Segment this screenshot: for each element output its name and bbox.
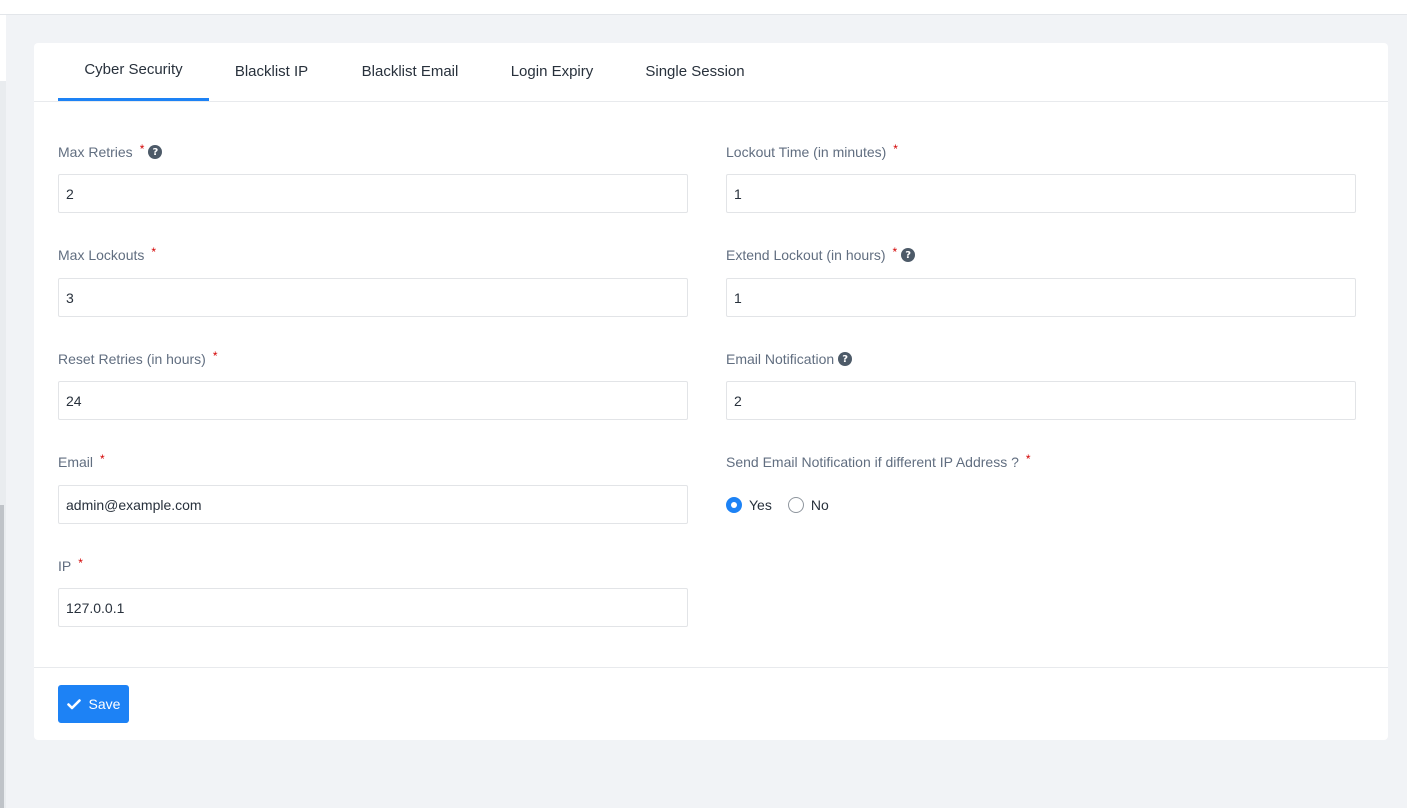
email-notification-label-text: Email Notification bbox=[726, 351, 835, 367]
max-lockouts-label-text: Max Lockouts bbox=[58, 247, 145, 263]
top-bar bbox=[0, 0, 1407, 15]
reset-retries-input[interactable] bbox=[58, 381, 688, 420]
send-notification-label-text: Send Email Notification if different IP … bbox=[726, 454, 1019, 470]
extend-lockout-label-text: Extend Lockout (in hours) bbox=[726, 247, 886, 263]
ip-input[interactable] bbox=[58, 588, 688, 627]
reset-retries-label-text: Reset Retries (in hours) bbox=[58, 351, 206, 367]
help-icon[interactable]: ? bbox=[838, 352, 853, 366]
sidebar-edge-panel bbox=[0, 15, 6, 81]
help-icon[interactable]: ? bbox=[148, 145, 163, 159]
tab-cyber-security[interactable]: Cyber Security bbox=[58, 43, 209, 101]
radio-no[interactable]: No bbox=[787, 497, 829, 513]
required-mark: * bbox=[100, 452, 105, 466]
max-retries-input[interactable] bbox=[58, 174, 688, 213]
lockout-time-input[interactable] bbox=[726, 174, 1356, 213]
tab-bar: Cyber Security Blacklist IP Blacklist Em… bbox=[34, 43, 1388, 102]
tab-blacklist-ip[interactable]: Blacklist IP bbox=[223, 43, 320, 101]
max-lockouts-label: Max Lockouts * bbox=[58, 245, 157, 263]
email-label-text: Email bbox=[58, 454, 94, 470]
email-input[interactable] bbox=[58, 485, 688, 524]
email-notification-label: Email Notification ? bbox=[726, 351, 853, 367]
max-lockouts-input[interactable] bbox=[58, 278, 688, 317]
reset-retries-label: Reset Retries (in hours) * bbox=[58, 349, 218, 367]
send-notification-radio-group: Yes No bbox=[726, 497, 845, 513]
required-mark: * bbox=[1025, 452, 1031, 466]
extend-lockout-label: Extend Lockout (in hours) * ? bbox=[726, 245, 916, 263]
radio-yes-indicator[interactable] bbox=[726, 497, 742, 513]
required-mark: * bbox=[151, 245, 157, 259]
save-button-label: Save bbox=[88, 696, 121, 712]
save-button[interactable]: Save bbox=[58, 685, 129, 723]
tab-blacklist-email[interactable]: Blacklist Email bbox=[346, 43, 474, 101]
required-mark: * bbox=[139, 142, 145, 156]
required-mark: * bbox=[893, 142, 898, 156]
send-notification-label: Send Email Notification if different IP … bbox=[726, 452, 1031, 470]
help-icon[interactable]: ? bbox=[901, 248, 916, 262]
max-retries-label: Max Retries * ? bbox=[58, 142, 163, 160]
radio-no-indicator[interactable] bbox=[787, 497, 804, 513]
lockout-time-label-text: Lockout Time (in minutes) bbox=[726, 144, 887, 160]
sidebar-edge bbox=[0, 15, 6, 808]
extend-lockout-input[interactable] bbox=[726, 278, 1356, 317]
email-label: Email * bbox=[58, 452, 105, 470]
radio-yes[interactable]: Yes bbox=[726, 497, 772, 513]
check-icon bbox=[66, 698, 81, 709]
tab-single-session[interactable]: Single Session bbox=[634, 43, 756, 101]
required-mark: * bbox=[78, 556, 83, 570]
max-retries-label-text: Max Retries bbox=[58, 144, 133, 160]
required-mark: * bbox=[212, 349, 218, 363]
footer-divider bbox=[34, 667, 1388, 668]
email-notification-input[interactable] bbox=[726, 381, 1356, 420]
tab-login-expiry[interactable]: Login Expiry bbox=[496, 43, 608, 101]
radio-no-label: No bbox=[810, 497, 829, 513]
scrollbar[interactable] bbox=[0, 505, 4, 808]
lockout-time-label: Lockout Time (in minutes) * bbox=[726, 142, 898, 160]
required-mark: * bbox=[892, 245, 898, 259]
settings-card: Cyber Security Blacklist IP Blacklist Em… bbox=[34, 43, 1388, 740]
radio-yes-label: Yes bbox=[749, 497, 772, 513]
ip-label-text: IP bbox=[58, 558, 72, 574]
ip-label: IP * bbox=[58, 556, 83, 574]
